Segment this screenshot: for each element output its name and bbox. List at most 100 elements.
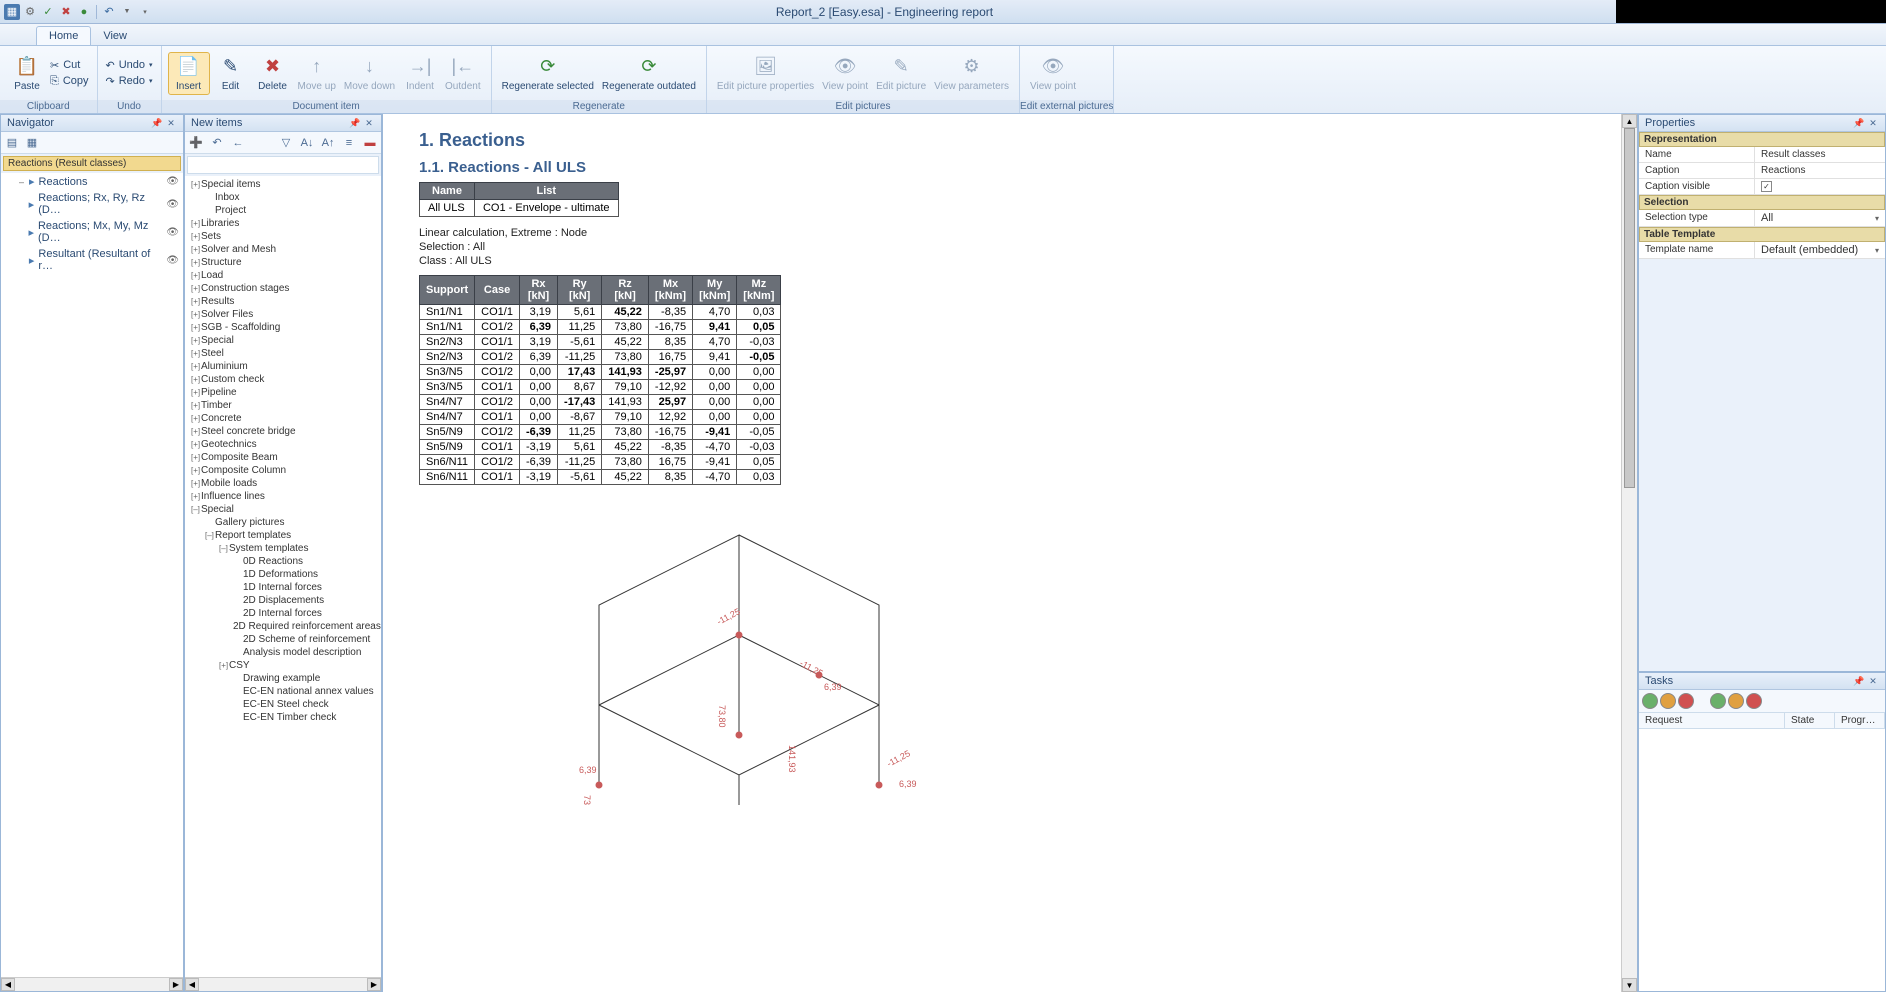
undo-icon[interactable]: ↶ [208, 134, 226, 152]
newitems-node[interactable]: [+]Load [185, 269, 381, 282]
nav-tree-icon[interactable]: ▤ [3, 134, 21, 152]
add-icon[interactable]: ➕ [187, 134, 205, 152]
prop-caption-value[interactable]: Reactions [1755, 163, 1885, 178]
task-pause-icon[interactable] [1660, 693, 1676, 709]
scroll-right-icon[interactable]: ▶ [169, 978, 183, 991]
movedown-button[interactable]: ↓Move down [340, 53, 399, 94]
newitems-node[interactable]: [+]Structure [185, 256, 381, 269]
newitems-node[interactable]: [+]Special items [185, 178, 381, 191]
cut-button[interactable]: ✂Cut [48, 58, 91, 73]
sort-asc-icon[interactable]: A↓ [298, 134, 316, 152]
viewpoint-button[interactable]: 👁View point [818, 53, 872, 94]
close-icon[interactable]: ✕ [1867, 675, 1879, 687]
scroll-down-icon[interactable]: ▼ [1622, 978, 1637, 992]
newitems-node[interactable]: [+]SGB - Scaffolding [185, 321, 381, 334]
pin-icon[interactable]: 📌 [349, 117, 361, 129]
newitems-node[interactable]: EC-EN national annex values [185, 685, 381, 698]
newitems-node[interactable]: [+]Special [185, 334, 381, 347]
newitems-node[interactable]: [+]Steel [185, 347, 381, 360]
newitems-node[interactable]: [+]Mobile loads [185, 477, 381, 490]
task-stop-icon[interactable] [1678, 693, 1694, 709]
newitems-node[interactable]: [+]Pipeline [185, 386, 381, 399]
nav-item[interactable]: –▸Reactions👁 [1, 173, 183, 190]
copy-button[interactable]: ⎘Copy [48, 74, 91, 89]
prop-group-table[interactable]: Table Template [1639, 227, 1885, 242]
nav-list-icon[interactable]: ▦ [23, 134, 41, 152]
newitems-node[interactable]: Drawing example [185, 672, 381, 685]
newitems-node[interactable]: 2D Required reinforcement areas E [185, 620, 381, 633]
scroll-thumb[interactable] [1624, 128, 1635, 488]
prop-group-selection[interactable]: Selection [1639, 195, 1885, 210]
tab-home[interactable]: Home [36, 26, 91, 45]
newitems-node[interactable]: 2D Displacements [185, 594, 381, 607]
newitems-node[interactable]: [+]Aluminium [185, 360, 381, 373]
newitems-node[interactable]: [+]Composite Beam [185, 451, 381, 464]
task-run-icon[interactable] [1642, 693, 1658, 709]
newitems-node[interactable]: 1D Deformations [185, 568, 381, 581]
filter-icon[interactable]: ▽ [277, 134, 295, 152]
scroll-left-icon[interactable]: ◀ [185, 978, 199, 991]
newitems-node[interactable]: [+]Timber [185, 399, 381, 412]
ext-viewpoint-button[interactable]: 👁View point [1026, 53, 1080, 94]
back-icon[interactable]: ← [229, 134, 247, 152]
newitems-node[interactable]: EC-EN Steel check [185, 698, 381, 711]
newitems-node[interactable]: [+]Solver Files [185, 308, 381, 321]
close-icon[interactable]: ✕ [165, 117, 177, 129]
undo-button[interactable]: ↶Undo▾ [104, 58, 155, 73]
nav-item[interactable]: ▸Reactions; Rx, Ry, Rz (D…👁 [1, 190, 183, 218]
regen-outdated-button[interactable]: ⟳Regenerate outdated [598, 53, 700, 94]
remove-icon[interactable]: ▬ [361, 134, 379, 152]
settings-icon[interactable]: ⚙ [22, 4, 38, 20]
new-icon[interactable]: ● [76, 4, 92, 20]
edit-button[interactable]: ✎Edit [210, 53, 252, 94]
newitems-node[interactable]: [–]System templates [185, 542, 381, 555]
newitems-node[interactable]: 1D Internal forces [185, 581, 381, 594]
redo-button[interactable]: ↷Redo▾ [104, 74, 155, 89]
newitems-node[interactable]: Gallery pictures [185, 516, 381, 529]
newitems-node[interactable]: 2D Internal forces [185, 607, 381, 620]
scroll-right-icon[interactable]: ▶ [367, 978, 381, 991]
task-pause2-icon[interactable] [1728, 693, 1744, 709]
outdent-button[interactable]: |←Outdent [441, 53, 485, 94]
newitems-node[interactable]: 0D Reactions [185, 555, 381, 568]
newitems-node[interactable]: [+]Sets [185, 230, 381, 243]
newitems-node[interactable]: [+]Libraries [185, 217, 381, 230]
newitems-node[interactable]: [–]Special [185, 503, 381, 516]
scroll-left-icon[interactable]: ◀ [1, 978, 15, 991]
nav-item[interactable]: ▸Reactions; Mx, My, Mz (D…👁 [1, 218, 183, 246]
view-param-button[interactable]: ⚙View parameters [930, 53, 1013, 94]
newitems-node[interactable]: [+]Construction stages [185, 282, 381, 295]
undo-icon[interactable]: ↶ [101, 4, 117, 20]
pin-icon[interactable]: 📌 [1853, 117, 1865, 129]
save-icon[interactable]: ✓ [40, 4, 56, 20]
newitems-node[interactable]: [+]CSY [185, 659, 381, 672]
prop-group-representation[interactable]: Representation [1639, 132, 1885, 147]
edit-picprop-button[interactable]: 🖼Edit picture properties [713, 53, 818, 94]
collapse-icon[interactable]: ≡ [340, 134, 358, 152]
doc-scrollbar[interactable]: ▲ ▼ [1621, 114, 1637, 992]
qat-more-icon[interactable]: ▾ [137, 4, 153, 20]
task-run2-icon[interactable] [1710, 693, 1726, 709]
pin-icon[interactable]: 📌 [1853, 675, 1865, 687]
newitems-node[interactable]: [+]Steel concrete bridge [185, 425, 381, 438]
tab-view[interactable]: View [91, 27, 139, 45]
close-icon[interactable]: ✕ [363, 117, 375, 129]
newitems-node[interactable]: EC-EN Timber check [185, 711, 381, 724]
dropdown-icon[interactable]: ▼ [119, 4, 135, 20]
newitems-node[interactable]: Inbox [185, 191, 381, 204]
filter-input[interactable] [187, 156, 379, 174]
indent-button[interactable]: →|Indent [399, 53, 441, 94]
newitems-node[interactable]: Analysis model description [185, 646, 381, 659]
prop-name-value[interactable]: Result classes [1755, 147, 1885, 162]
close-icon[interactable]: ✕ [1867, 117, 1879, 129]
moveup-button[interactable]: ↑Move up [294, 53, 340, 94]
newitems-node[interactable]: [+]Influence lines [185, 490, 381, 503]
task-stop2-icon[interactable] [1746, 693, 1762, 709]
delete-button[interactable]: ✖Delete [252, 53, 294, 94]
newitems-node[interactable]: [+]Solver and Mesh [185, 243, 381, 256]
newitems-node[interactable]: 2D Scheme of reinforcement [185, 633, 381, 646]
nav-item[interactable]: ▸Resultant (Resultant of r…👁 [1, 246, 183, 274]
newitems-node[interactable]: [+]Composite Column [185, 464, 381, 477]
prop-seltype-value[interactable]: All▾ [1755, 210, 1885, 226]
newitems-node[interactable]: [–]Report templates [185, 529, 381, 542]
